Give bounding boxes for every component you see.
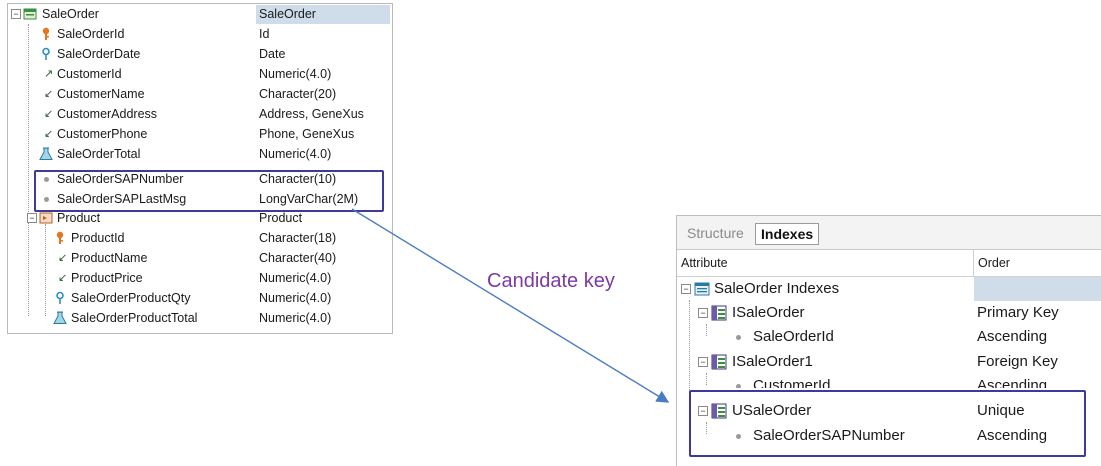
column-divider[interactable] xyxy=(973,250,974,276)
index-tree-root[interactable]: − SaleOrder Indexes xyxy=(677,277,1101,301)
index-row[interactable]: − ISaleOrder Primary Key xyxy=(677,301,1101,325)
collapse-icon[interactable]: − xyxy=(681,284,691,294)
attribute-column-header[interactable]: Attribute xyxy=(681,250,728,276)
index-attribute-name: SaleOrderId xyxy=(753,328,834,345)
index-name: ISaleOrder1 xyxy=(732,353,813,370)
column-header: Attribute Order xyxy=(677,250,1101,277)
collapse-icon[interactable]: − xyxy=(698,308,708,318)
index-attribute-order: Ascending xyxy=(977,377,1048,388)
index-row[interactable]: − ISaleOrder1 Foreign Key xyxy=(677,350,1101,374)
index-attribute-name: CustomerId xyxy=(753,377,831,388)
bullet-icon xyxy=(736,384,741,388)
candidate-key-label: Candidate key xyxy=(487,270,615,292)
index-attribute-order: Ascending xyxy=(977,328,1048,345)
unique-index-highlight xyxy=(689,390,1086,457)
bullet-icon xyxy=(736,335,741,340)
index-icon xyxy=(711,305,727,321)
index-order: Primary Key xyxy=(977,304,1059,321)
collapse-icon[interactable]: − xyxy=(698,357,708,367)
indexes-icon xyxy=(694,281,710,296)
order-column-header[interactable]: Order xyxy=(978,250,1010,276)
index-order: Foreign Key xyxy=(977,353,1058,370)
tab-bar: Structure Indexes xyxy=(677,216,1101,250)
index-name: ISaleOrder xyxy=(732,304,805,321)
index-root-name: SaleOrder Indexes xyxy=(714,280,840,297)
tab-structure[interactable]: Structure xyxy=(682,223,749,243)
index-attribute-row[interactable]: CustomerId Ascending xyxy=(677,374,1101,388)
index-attribute-row[interactable]: SaleOrderId Ascending xyxy=(677,325,1101,349)
tab-indexes[interactable]: Indexes xyxy=(755,223,820,245)
index-icon xyxy=(711,354,727,370)
